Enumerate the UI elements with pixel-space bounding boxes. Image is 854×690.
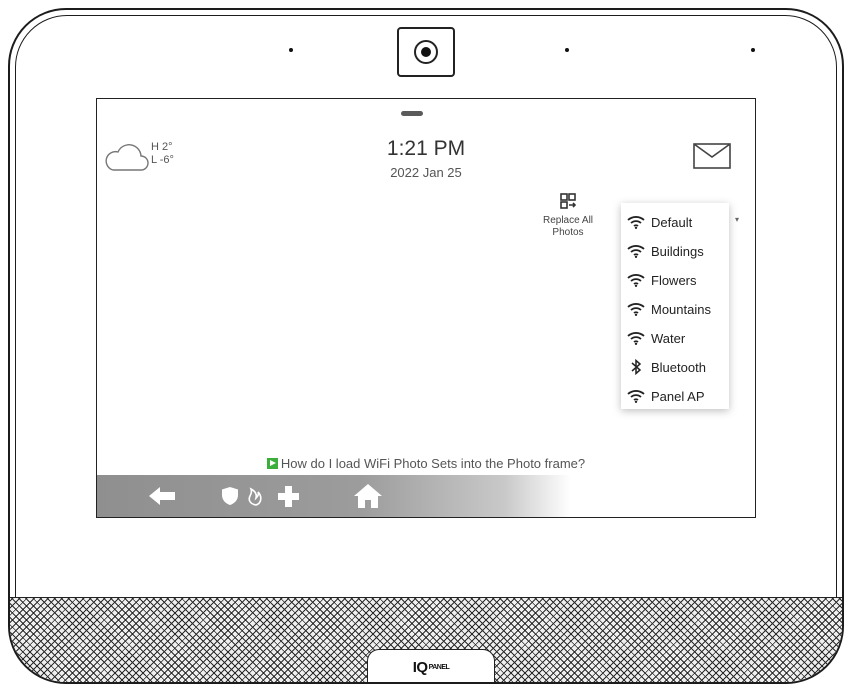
wifi-icon [627, 390, 645, 403]
help-link-text: How do I load WiFi Photo Sets into the P… [280, 456, 586, 471]
sensor-dot [565, 48, 569, 52]
emergency-icons [222, 486, 299, 507]
speaker-grille: IQ PANEL [10, 597, 842, 682]
logo-suffix: PANEL [428, 663, 450, 671]
envelope-icon [693, 143, 731, 169]
replace-all-photos-label: Replace All Photos [542, 215, 594, 238]
chevron-down-icon[interactable]: ▾ [735, 215, 739, 224]
photo-set-item[interactable]: Bluetooth [621, 352, 729, 382]
logo-brand: IQ [412, 658, 428, 676]
photo-set-label: Panel AP [651, 388, 705, 404]
photo-set-label: Mountains [651, 301, 711, 317]
wifi-icon [627, 245, 645, 258]
photo-set-item[interactable]: Buildings [621, 236, 729, 266]
sensor-dot [751, 48, 755, 52]
clock-date: 2022 Jan 25 [390, 165, 462, 180]
back-button[interactable] [137, 475, 187, 517]
photo-set-item[interactable]: Default [621, 207, 729, 237]
camera-icon [397, 27, 455, 77]
pull-down-handle[interactable] [401, 111, 423, 116]
bluetooth-icon [631, 359, 642, 375]
photo-set-item[interactable]: Water [621, 323, 729, 353]
photo-set-item[interactable]: Flowers [621, 265, 729, 295]
iq-panel-device: H 2° L -6° 1:21 PM 2022 Jan 25 Replace A… [8, 8, 844, 684]
help-link[interactable]: How do I load WiFi Photo Sets into the P… [97, 456, 755, 471]
photo-set-item[interactable]: Mountains [621, 294, 729, 324]
photo-set-label: Buildings [651, 243, 704, 259]
photo-set-label: Water [651, 330, 686, 346]
photo-set-item[interactable]: Panel AP [621, 381, 729, 411]
wifi-icon [627, 274, 645, 287]
messages-button[interactable] [693, 143, 731, 174]
home-icon [354, 484, 382, 508]
emergency-button[interactable] [215, 475, 315, 517]
replace-all-photos-button[interactable]: Replace All Photos [533, 193, 603, 239]
photo-set-dropdown[interactable]: Default Buildings Flowers Mountains Wate… [621, 203, 729, 409]
replace-photos-icon [560, 193, 577, 209]
back-arrow-icon [149, 487, 175, 505]
touch-screen: H 2° L -6° 1:21 PM 2022 Jan 25 Replace A… [96, 98, 756, 518]
sensor-dot [289, 48, 293, 52]
clock-time: 1:21 PM [386, 137, 466, 160]
photo-set-label: Default [651, 214, 693, 230]
photo-set-label: Flowers [651, 272, 697, 288]
play-icon [266, 458, 278, 469]
wifi-icon [627, 332, 645, 345]
iq-panel-logo: IQ PANEL [367, 649, 495, 682]
home-button[interactable] [343, 475, 393, 517]
wifi-icon [627, 303, 645, 316]
wifi-icon [627, 216, 645, 229]
photo-set-label: Bluetooth [651, 359, 706, 375]
bottom-navigation-bar [97, 475, 755, 517]
